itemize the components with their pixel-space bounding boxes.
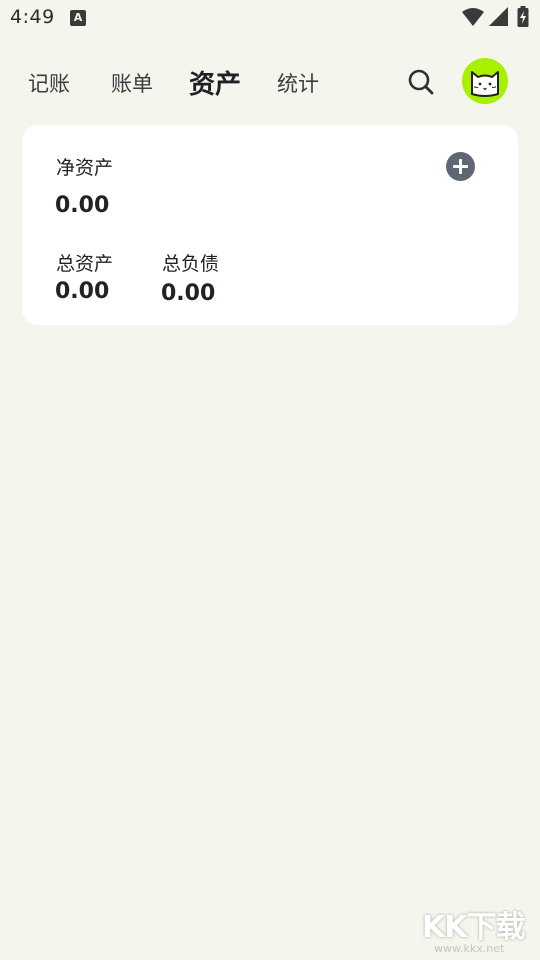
top-nav: 记账 账单 资产 统计 — [0, 56, 540, 108]
status-bar: 4:49 A — [0, 0, 540, 36]
cat-avatar-icon[interactable] — [462, 58, 508, 104]
battery-icon — [517, 6, 529, 32]
signal-icon — [489, 7, 509, 31]
watermark-logo: KK下载 — [422, 910, 525, 945]
tab-bookkeeping[interactable]: 记账 — [28, 68, 70, 98]
net-assets-value: 0.00 — [55, 193, 110, 218]
total-assets-label: 总资产 — [56, 253, 114, 275]
watermark: KK下载 www.kkx.net — [422, 902, 538, 958]
total-liabilities-label: 总负债 — [162, 253, 220, 275]
net-assets-card: 净资产 0.00 总资产 0.00 总负债 0.00 — [22, 125, 518, 325]
tab-statistics[interactable]: 统计 — [277, 68, 319, 98]
wifi-icon — [462, 7, 484, 31]
notification-a-icon: A — [70, 10, 86, 26]
net-assets-label: 净资产 — [56, 157, 114, 179]
total-assets-value: 0.00 — [55, 279, 110, 304]
watermark-url: www.kkx.net — [434, 942, 505, 955]
search-icon[interactable] — [405, 66, 437, 98]
total-liabilities-value: 0.00 — [161, 281, 216, 306]
tab-bills[interactable]: 账单 — [111, 68, 153, 98]
status-time: 4:49 — [10, 6, 55, 28]
add-account-button[interactable] — [446, 152, 475, 181]
tab-assets[interactable]: 资产 — [189, 64, 241, 101]
